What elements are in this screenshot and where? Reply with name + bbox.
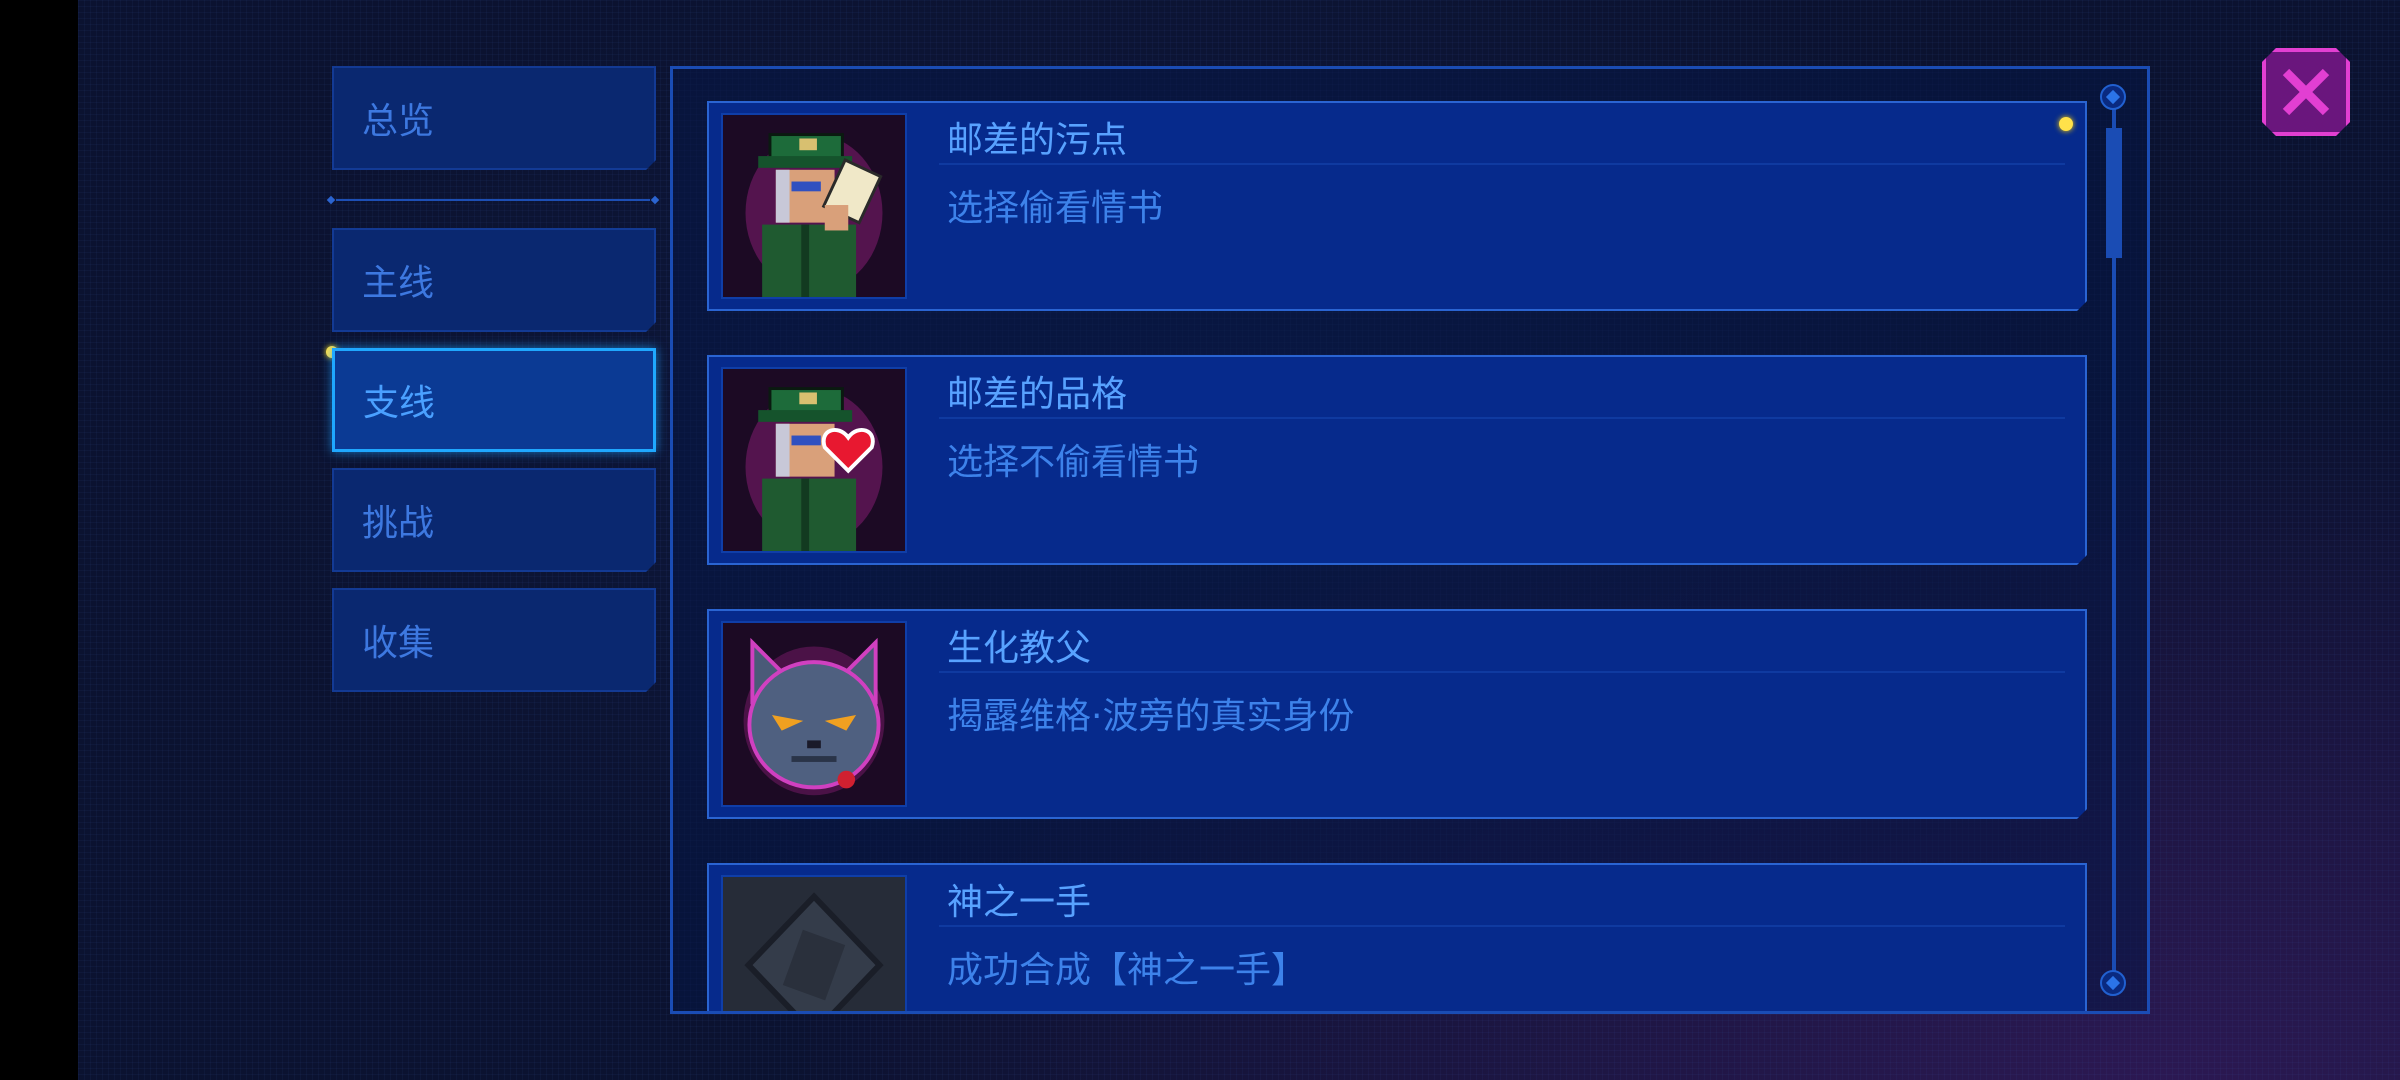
sidebar-divider: [326, 195, 660, 205]
achievement-description: 成功合成【神之一手】: [947, 950, 1308, 991]
card-separator: [939, 925, 2065, 927]
achievement-card[interactable]: 邮差的品格 选择不偷看情书: [707, 355, 2087, 565]
new-indicator-dot: [2059, 117, 2073, 131]
cat-godfather-icon: [721, 621, 907, 807]
tab-challenge[interactable]: 挑战: [332, 468, 656, 572]
achievements-screen: 总览 主线 支线 挑战 收集 邮差的污点 选择偷看情书 邮差的品格 选择不偷看情…: [0, 0, 2400, 1080]
tab-collection[interactable]: 收集: [332, 588, 656, 692]
achievement-description: 选择偷看情书: [947, 188, 1164, 229]
postman-heart-icon: [721, 367, 907, 553]
tab-side-story[interactable]: 支线: [332, 348, 656, 452]
locked-item-icon: [721, 875, 907, 1014]
achievement-card[interactable]: 邮差的污点 选择偷看情书: [707, 101, 2087, 311]
tab-overview[interactable]: 总览: [332, 66, 656, 170]
tab-collection-label: 收集: [362, 623, 435, 664]
scroll-up-cap: [2100, 84, 2126, 110]
close-icon: [2276, 62, 2336, 122]
tab-challenge-label: 挑战: [362, 503, 435, 544]
tab-main-story-label: 主线: [362, 263, 435, 304]
achievement-description: 选择不偷看情书: [947, 442, 1200, 483]
achievement-title: 邮差的品格: [947, 374, 1128, 415]
scroll-down-cap: [2100, 970, 2126, 996]
tab-overview-label: 总览: [362, 101, 435, 142]
close-button[interactable]: [2262, 48, 2350, 136]
tab-side-story-label: 支线: [363, 383, 436, 424]
card-separator: [939, 417, 2065, 419]
achievement-panel: 邮差的污点 选择偷看情书 邮差的品格 选择不偷看情书 生化教父 揭露维格·波旁的…: [670, 66, 2150, 1014]
card-separator: [939, 671, 2065, 673]
achievement-card[interactable]: 神之一手 成功合成【神之一手】: [707, 863, 2087, 1014]
achievement-title: 生化教父: [947, 628, 1092, 669]
scrollbar-thumb[interactable]: [2106, 128, 2122, 258]
achievement-title: 神之一手: [947, 882, 1092, 923]
postman-letter-icon: [721, 113, 907, 299]
achievement-card[interactable]: 生化教父 揭露维格·波旁的真实身份: [707, 609, 2087, 819]
tab-main-story[interactable]: 主线: [332, 228, 656, 332]
achievement-title: 邮差的污点: [947, 120, 1128, 161]
card-separator: [939, 163, 2065, 165]
achievement-description: 揭露维格·波旁的真实身份: [947, 696, 1355, 737]
left-black-bar: [0, 0, 78, 1080]
achievement-list[interactable]: 邮差的污点 选择偷看情书 邮差的品格 选择不偷看情书 生化教父 揭露维格·波旁的…: [707, 101, 2087, 1014]
